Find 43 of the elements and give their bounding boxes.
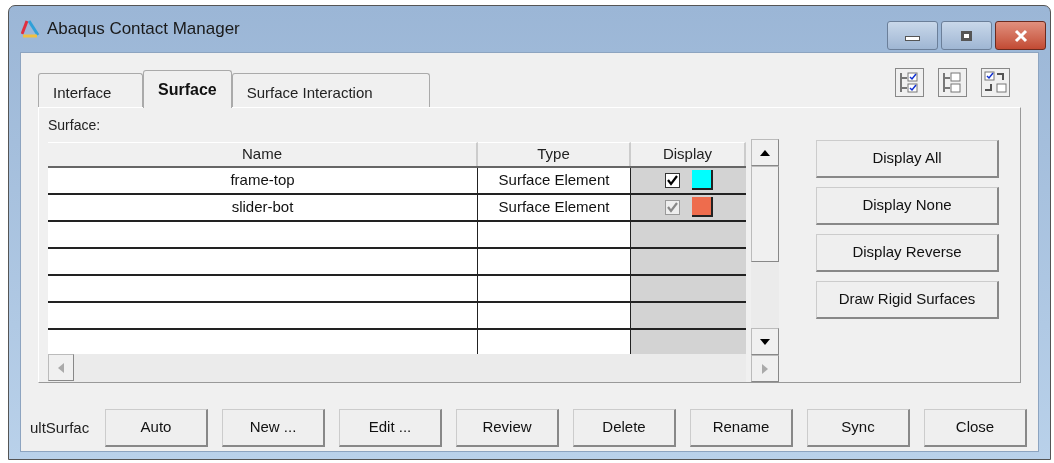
- close-icon: [1012, 28, 1029, 43]
- checkbox[interactable]: [664, 172, 680, 188]
- scroll-left-button[interactable]: [48, 354, 74, 381]
- action-button[interactable]: Edit ...: [339, 409, 442, 447]
- close-button[interactable]: [995, 21, 1046, 50]
- maximize-button[interactable]: [941, 21, 992, 50]
- action-button[interactable]: Rename: [690, 409, 793, 447]
- swap-checks-icon[interactable]: [981, 68, 1010, 97]
- action-button[interactable]: Display All: [816, 140, 999, 178]
- vertical-scrollbar[interactable]: [751, 139, 779, 382]
- action-button[interactable]: Close: [924, 409, 1027, 447]
- scroll-thumb[interactable]: [751, 166, 779, 262]
- surface-name-label: ultSurfac: [30, 417, 91, 438]
- column-header[interactable]: Name: [48, 142, 478, 166]
- right-arrow-icon: [761, 362, 769, 375]
- scroll-down-button[interactable]: [751, 328, 779, 355]
- action-button[interactable]: Sync: [807, 409, 910, 447]
- action-button[interactable]: New ...: [222, 409, 325, 447]
- tab[interactable]: Interface: [38, 73, 143, 107]
- column-header[interactable]: Type: [478, 142, 631, 166]
- minimize-button[interactable]: [887, 21, 938, 50]
- table-cell: frame-top: [48, 167, 478, 193]
- action-button[interactable]: Display None: [816, 187, 999, 225]
- action-button[interactable]: Review: [456, 409, 559, 447]
- scroll-up-button[interactable]: [751, 139, 779, 166]
- action-button[interactable]: Auto: [105, 409, 208, 447]
- table-cell: slider-bot: [48, 194, 478, 220]
- left-arrow-icon: [57, 361, 65, 374]
- surface-label: Surface:: [48, 116, 102, 134]
- column-header[interactable]: Display: [631, 142, 746, 166]
- up-arrow-icon: [759, 148, 771, 157]
- down-arrow-icon: [759, 337, 771, 346]
- window-title: Abaqus Contact Manager: [47, 18, 240, 41]
- color-swatch[interactable]: [691, 170, 713, 190]
- horizontal-scrollbar[interactable]: [48, 354, 746, 382]
- tab[interactable]: Surface Interaction: [231, 73, 430, 107]
- check-all-icon[interactable]: [895, 68, 924, 97]
- action-button[interactable]: Delete: [573, 409, 676, 447]
- action-button[interactable]: Display Reverse: [816, 234, 999, 272]
- uncheck-all-icon[interactable]: [938, 68, 967, 97]
- tab[interactable]: Surface: [143, 70, 232, 108]
- action-button[interactable]: Draw Rigid Surfaces: [816, 281, 999, 319]
- app-logo-icon: [21, 20, 41, 38]
